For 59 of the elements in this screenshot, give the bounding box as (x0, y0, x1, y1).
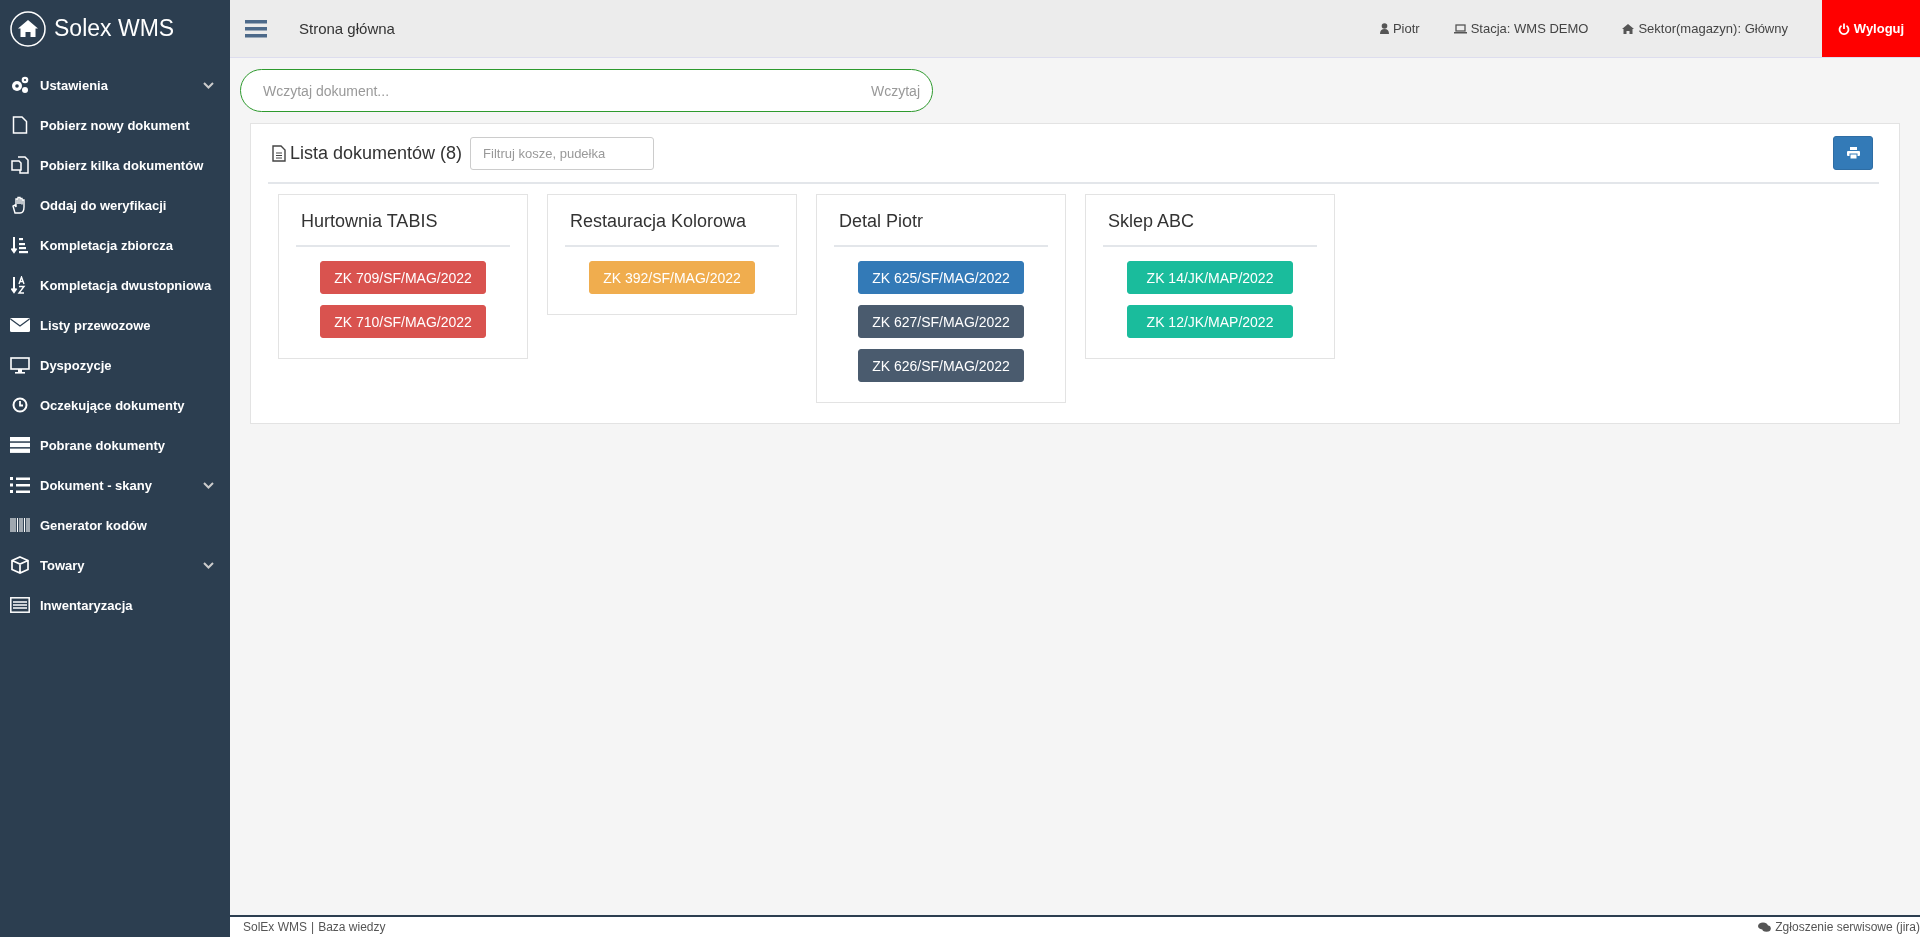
sidebar-item[interactable]: Oczekujące dokumenty (0, 385, 230, 425)
table-icon (10, 597, 30, 613)
comments-icon (1758, 921, 1772, 933)
sidebar-item[interactable]: Kompletacja zbiorcza (0, 225, 230, 265)
file-icon (10, 116, 30, 134)
chevron-down-icon (203, 561, 214, 569)
filter-field[interactable]: Filtruj kosze, pudełka (470, 136, 655, 170)
sidebar-item[interactable]: Dokument - skany (0, 465, 230, 505)
customer-name: Restauracja Kolorowa (565, 195, 779, 247)
document-button[interactable]: ZK 626/SF/MAG/2022 (858, 349, 1024, 382)
barcode-icon (10, 518, 30, 532)
print-button[interactable] (1833, 136, 1873, 170)
list-title: Lista dokumentów (8) (290, 142, 463, 164)
sidebar-item[interactable]: Kompletacja dwustopniowa (0, 265, 230, 305)
station-label[interactable]: Stacja: WMS DEMO (1470, 21, 1589, 36)
sidebar-item[interactable]: Ustawienia (0, 65, 230, 105)
print-icon (1846, 147, 1860, 159)
sidebar-item[interactable]: Towary (0, 545, 230, 585)
sidebar-item[interactable]: Generator kodów (0, 505, 230, 545)
customer-name: Sklep ABC (1103, 195, 1317, 247)
sidebar-item[interactable]: Listy przewozowe (0, 305, 230, 345)
knowledge-base-link[interactable]: Baza wiedzy (318, 920, 386, 934)
home-icon (1622, 23, 1635, 34)
document-button[interactable]: ZK 627/SF/MAG/2022 (858, 305, 1024, 338)
customer-name: Hurtownia TABIS (296, 195, 510, 247)
sidebar-item[interactable]: Pobrane dokumenty (0, 425, 230, 465)
customer-name: Detal Piotr (834, 195, 1048, 247)
document-icon (272, 144, 286, 162)
monitor-icon (10, 356, 30, 374)
sector-label[interactable]: Sektor(magazyn): Główny (1638, 21, 1788, 36)
chevron-down-icon (203, 481, 214, 489)
app-logo-text[interactable]: Solex WMS (54, 15, 175, 42)
user-name[interactable]: Piotr (1392, 21, 1420, 36)
numbered-list-icon (10, 476, 30, 494)
gears-icon (10, 76, 30, 94)
sort-icon (10, 236, 30, 254)
document-button[interactable]: ZK 625/SF/MAG/2022 (858, 261, 1024, 294)
footer-separator: | (311, 920, 315, 934)
laptop-icon (1453, 23, 1467, 34)
footer-brand: SolEx WMS (243, 920, 307, 934)
sidebar-item[interactable]: Pobierz kilka dokumentów (0, 145, 230, 185)
document-button[interactable]: ZK 710/SF/MAG/2022 (320, 305, 486, 338)
sidebar-item[interactable]: Inwentaryzacja (0, 585, 230, 625)
home-icon[interactable] (10, 10, 46, 47)
files-icon (10, 156, 30, 174)
support-request-link[interactable]: Zgłoszenie serwisowe (jira) (1775, 920, 1920, 934)
chevron-down-icon (203, 81, 214, 89)
sidebar-item[interactable]: Pobierz nowy dokument (0, 105, 230, 145)
envelope-icon (10, 318, 30, 332)
clock-icon (10, 397, 30, 413)
sidebar-item[interactable]: Dyspozycje (0, 345, 230, 385)
page-title: Strona główna (299, 20, 395, 37)
server-icon (10, 437, 30, 453)
power-icon (1837, 22, 1850, 35)
user-icon (1379, 23, 1389, 34)
cube-icon (10, 556, 30, 574)
document-button[interactable]: ZK 709/SF/MAG/2022 (320, 261, 486, 294)
logout-button[interactable]: Wyloguj (1822, 0, 1920, 57)
sidebar-item[interactable]: Oddaj do weryfikacji (0, 185, 230, 225)
